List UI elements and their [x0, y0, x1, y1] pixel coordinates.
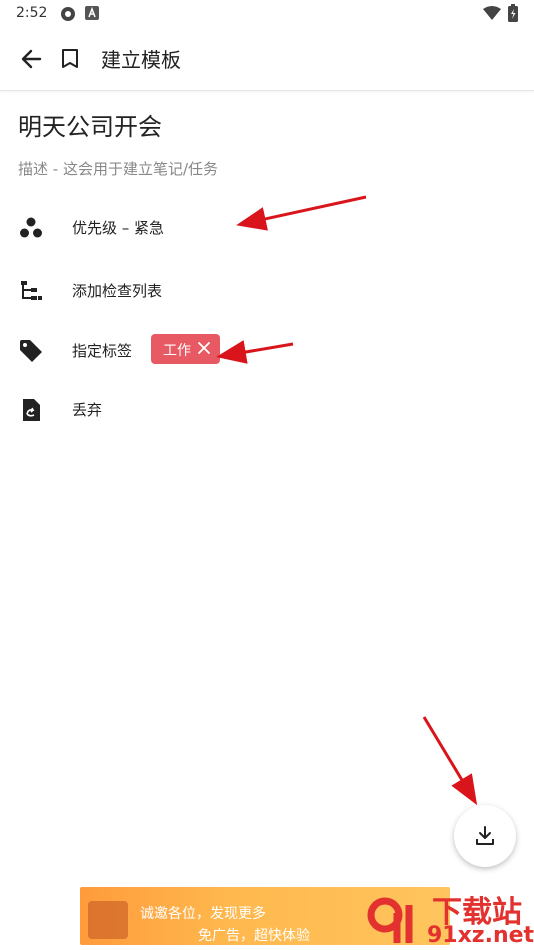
page-title: 建立模板 — [101, 48, 181, 72]
back-arrow-icon — [21, 49, 42, 69]
annotation-arrows — [216, 195, 478, 806]
add-checklist-label: 添加检查列表 — [72, 282, 163, 300]
tag-chip-label: 工作 — [163, 343, 191, 359]
site-watermark: 下载站 91xz.net — [367, 887, 534, 950]
ad-text-line2: 免广告，超快体验 — [198, 928, 310, 944]
bookmark-icon — [62, 49, 78, 68]
status-time: 2:52 — [16, 5, 48, 21]
back-button[interactable] — [18, 45, 46, 73]
priority-option[interactable]: 优先级 – 紧急 — [0, 202, 534, 252]
priority-label: 优先级 – 紧急 — [72, 219, 165, 237]
description-field[interactable]: 描述 - 这会用于建立笔记/任务 — [18, 158, 218, 179]
status-bar: 2:52 — [0, 0, 534, 28]
assign-tag-option[interactable]: 指定标签 — [0, 325, 534, 375]
discard-file-icon — [23, 399, 40, 421]
discard-label: 丢弃 — [72, 401, 103, 419]
battery-icon — [508, 4, 518, 22]
watermark-text-2: 91xz.net — [427, 923, 534, 948]
discard-option[interactable]: 丢弃 — [0, 384, 534, 434]
add-checklist-option[interactable]: 添加检查列表 — [0, 265, 534, 315]
ad-text-line1: 诚邀各位，发现更多 — [140, 906, 266, 922]
priority-dots-icon — [20, 217, 42, 238]
tag-icon — [20, 340, 42, 362]
app-bar: 建立模板 — [0, 28, 534, 91]
ad-image — [88, 901, 128, 939]
notification-a-icon — [85, 6, 99, 20]
save-download-icon — [476, 826, 494, 845]
template-title-field[interactable]: 明天公司开会 — [18, 107, 162, 142]
close-icon[interactable] — [197, 341, 211, 355]
bookmark-button[interactable] — [58, 45, 82, 73]
watermark-logo-icon — [367, 897, 413, 943]
assign-tag-label: 指定标签 — [72, 342, 133, 360]
app-status-icon — [61, 7, 75, 21]
save-template-button[interactable] — [454, 805, 516, 867]
wifi-icon — [483, 6, 501, 20]
arrow-fab — [422, 716, 478, 806]
tag-chip-work[interactable]: 工作 — [151, 334, 220, 364]
checklist-tree-icon — [21, 281, 42, 300]
